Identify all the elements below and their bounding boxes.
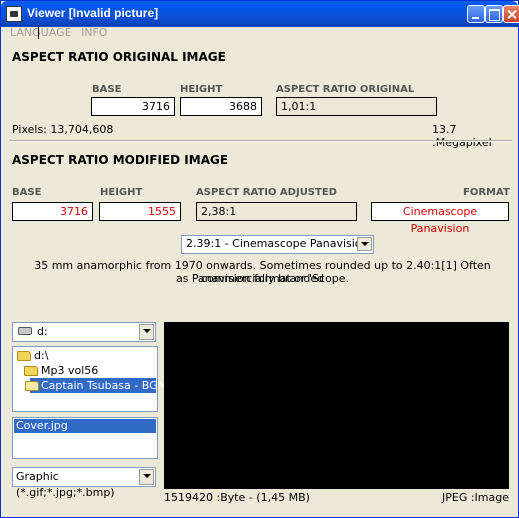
modified-height-field[interactable]: 1555 (99, 202, 181, 221)
file-item-selected[interactable]: Cover.jpg (14, 419, 156, 433)
folder-item[interactable]: Captain Tsubasa - BGM (41, 379, 167, 392)
chevron-down-icon[interactable] (139, 469, 154, 485)
file-type-filter[interactable]: Graphic (*.gif;*.jpg;*.bmp) (12, 467, 156, 499)
folder-icon (17, 351, 31, 361)
original-base-field[interactable]: 3716 (91, 97, 175, 116)
app-icon[interactable] (6, 6, 22, 22)
megapixel-value: 13.7 :Megapixel (432, 123, 492, 149)
format-select-value: 2.39:1 - Cinemascope Panavision (186, 237, 369, 250)
section-divider (9, 140, 512, 142)
file-size: 1519420 :Byte - (1,45 MB) (164, 491, 310, 504)
maximize-button[interactable] (485, 5, 503, 23)
original-height-label: HEIGHT (180, 84, 223, 95)
modified-section-title: ASPECT RATIO MODIFIED IMAGE (12, 153, 229, 167)
format-field: Cinemascope Panavision (371, 202, 509, 235)
file-list[interactable]: Cover.jpg (12, 417, 158, 459)
original-section-title: ASPECT RATIO ORIGINAL IMAGE (12, 50, 226, 64)
text-cursor (38, 25, 39, 39)
format-label: FORMAT (463, 187, 510, 198)
format-select[interactable]: 2.39:1 - Cinemascope Panavision (181, 235, 374, 254)
folder-list[interactable]: d:\ Mp3 vol56 Captain Tsubasa - BGM (12, 346, 167, 412)
drive-select-value: d: (37, 325, 48, 338)
drive-icon (18, 327, 32, 335)
modified-ratio-label: ASPECT RATIO ADJUSTED (196, 187, 337, 198)
close-button[interactable] (503, 5, 519, 23)
original-ratio-field: 1,01:1 (276, 97, 437, 116)
original-height-field[interactable]: 3688 (180, 97, 262, 116)
modified-base-label: BASE (12, 187, 42, 198)
window-title: Viewer [Invalid picture] (27, 6, 159, 20)
original-ratio-label: ASPECT RATIO ORIGINAL (276, 84, 415, 95)
menu-language[interactable]: LANGUAGE (10, 26, 72, 39)
file-type-filter-value: Graphic (*.gif;*.jpg;*.bmp) (16, 470, 115, 499)
folder-icon (24, 366, 38, 376)
drive-select[interactable]: d: (12, 322, 156, 342)
original-base-label: BASE (92, 84, 122, 95)
pixels-count: Pixels: 13,704,608 (12, 123, 114, 136)
modified-base-field[interactable]: 3716 (12, 202, 93, 221)
folder-item[interactable]: Mp3 vol56 (41, 364, 98, 377)
modified-ratio-field: 2,38:1 (196, 202, 357, 221)
viewer-window: Viewer [Invalid picture] LANGUAGE INFO A… (0, 0, 519, 518)
menu-info[interactable]: INFO (81, 26, 107, 39)
format-description-line2: as Panavision format or 'Scope. (175, 272, 350, 285)
modified-height-label: HEIGHT (100, 187, 143, 198)
chevron-down-icon[interactable] (139, 324, 154, 340)
menu-bar: LANGUAGE INFO (1, 23, 518, 41)
minimize-button[interactable] (467, 5, 485, 23)
file-type: JPEG :Image (442, 491, 510, 504)
image-preview (164, 322, 509, 489)
folder-item[interactable]: d:\ (34, 349, 48, 362)
chevron-down-icon[interactable] (357, 237, 372, 251)
open-folder-icon (25, 381, 39, 391)
